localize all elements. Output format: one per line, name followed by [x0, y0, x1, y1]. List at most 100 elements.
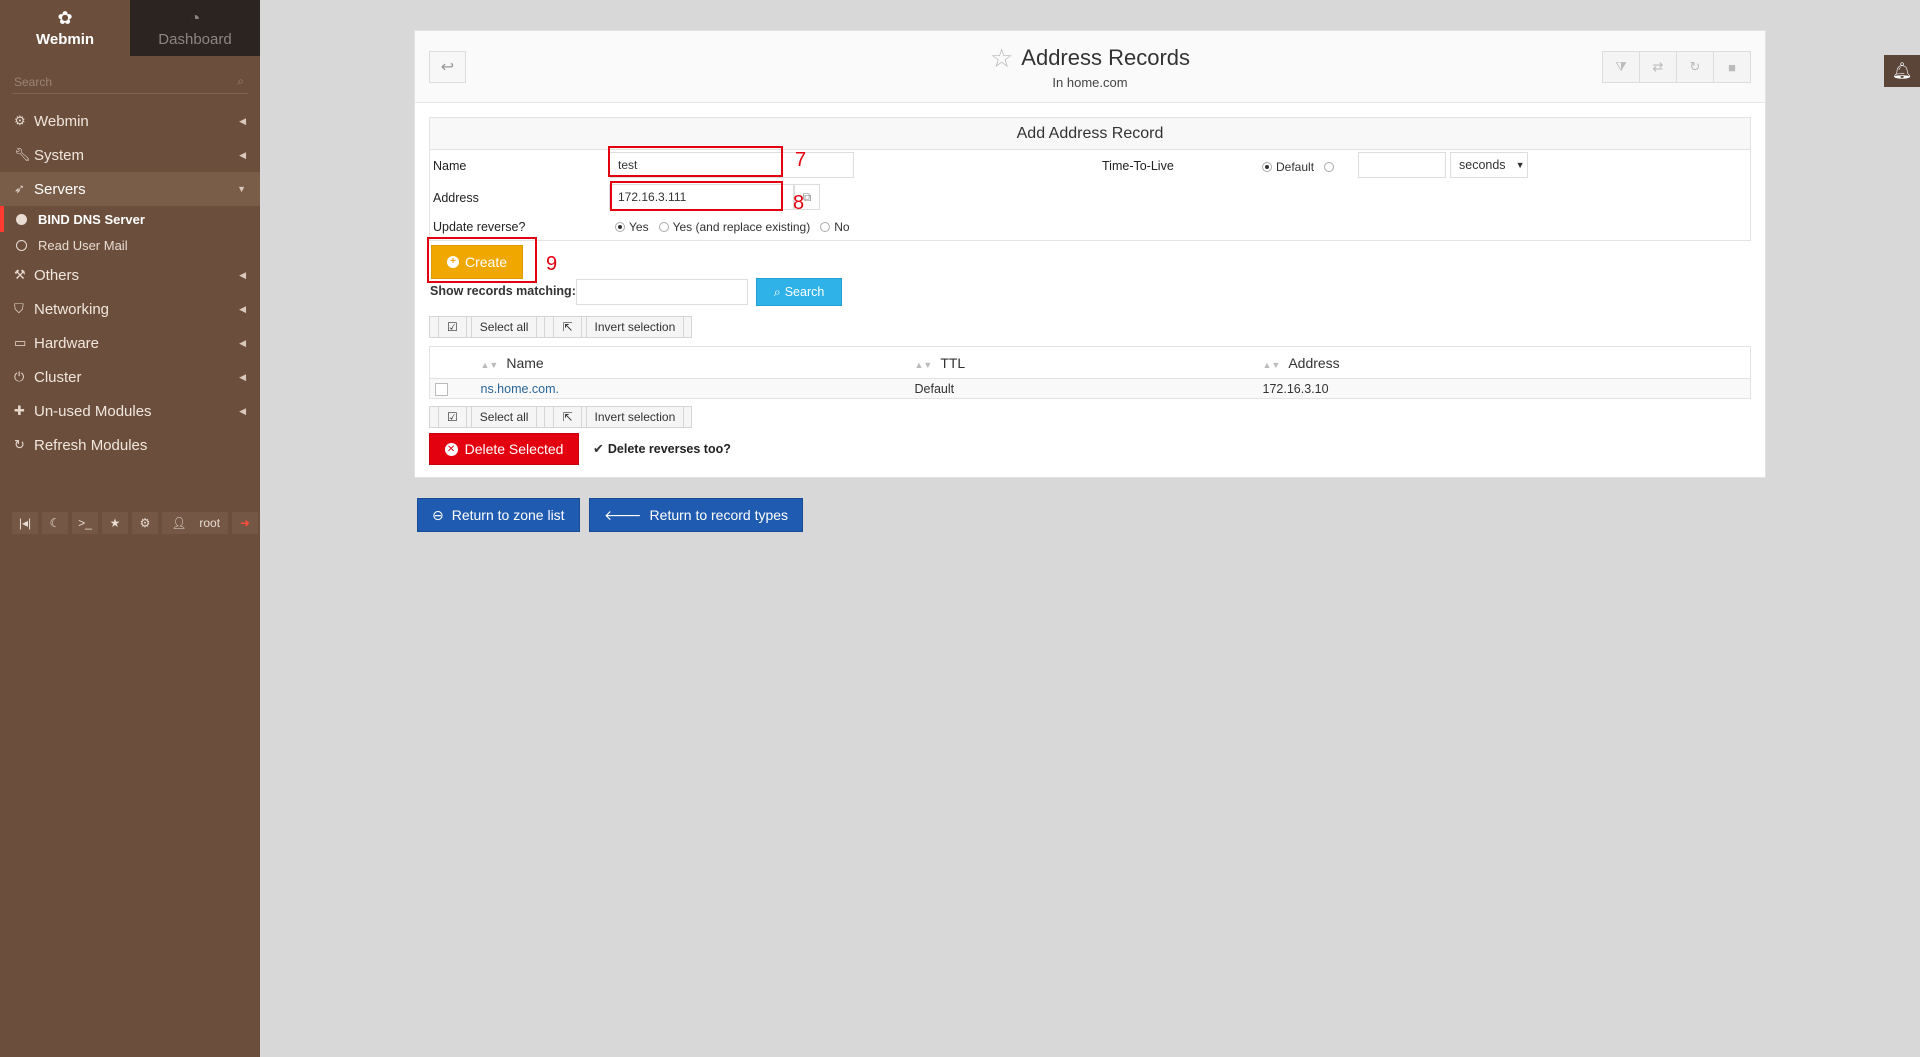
invert-selection-label: Invert selection: [585, 406, 685, 428]
ttl-custom-option[interactable]: [1324, 162, 1338, 172]
sidebar-item-label: Networking: [34, 300, 110, 318]
ttl-value-input[interactable]: [1358, 152, 1446, 178]
sidebar-item-hardware[interactable]: ▭ Hardware ◀: [0, 326, 260, 360]
reload-icon[interactable]: ↻: [1676, 51, 1714, 83]
return-record-types-label: Return to record types: [649, 507, 789, 523]
tab-webmin[interactable]: ✿ Webmin: [0, 0, 130, 56]
sidebar-item-cluster[interactable]: ⏻ Cluster ◀: [0, 360, 260, 394]
notification-bell-icon[interactable]: 🔔︎: [1884, 55, 1920, 87]
update-reverse-label: Update reverse?: [433, 220, 526, 234]
row-checkbox[interactable]: [435, 382, 448, 396]
caret-left-icon: ◀: [239, 371, 246, 382]
table-header-row: ▲▼ Name ▲▼ TTL ▲▼ Address: [429, 346, 1751, 379]
sidebar-item-networking[interactable]: ⛉ Networking ◀: [0, 292, 260, 326]
caret-down-icon: ▼: [237, 184, 246, 194]
title-block: ☆ Address Records In home.com: [415, 45, 1765, 90]
sidebar-item-others[interactable]: ⚒ Others ◀: [0, 258, 260, 292]
column-header-address[interactable]: ▲▼ Address: [1261, 346, 1751, 379]
sidebar-subitem-label: Read User Mail: [38, 237, 128, 253]
wrench-icon: 🔧︎: [14, 147, 31, 162]
record-address: 172.16.3.10: [1261, 378, 1751, 399]
user-name: root: [195, 512, 225, 534]
select-all-button[interactable]: ☑ Select all: [429, 406, 546, 428]
reverse-yes-label: Yes: [629, 220, 649, 234]
record-ttl: Default: [913, 378, 1262, 399]
column-ttl-label: TTL: [940, 354, 966, 371]
sort-icon: ▲▼: [1262, 359, 1281, 370]
record-name-link[interactable]: ns.home.com.: [481, 382, 560, 396]
main-panel: ↩ ☆ Address Records In home.com ⧩ ⇄ ↻ ■ …: [414, 30, 1766, 478]
create-label: Create: [464, 254, 508, 270]
filter-icon[interactable]: ⧩: [1602, 51, 1640, 83]
theme-settings-icon[interactable]: ⚙: [132, 512, 158, 534]
return-to-record-types-button[interactable]: 🡐 Return to record types: [589, 498, 804, 532]
sidebar-search-input[interactable]: [12, 74, 212, 89]
return-to-zone-list-button[interactable]: ⊖ Return to zone list: [417, 498, 580, 532]
invert-selection-button[interactable]: ⇱ Invert selection: [544, 406, 693, 428]
terminal-icon[interactable]: >_: [72, 512, 98, 534]
sidebar-item-system[interactable]: 🔧︎ System ◀: [0, 138, 260, 172]
column-header-ttl[interactable]: ▲▼ TTL: [913, 346, 1262, 379]
reverse-no-option[interactable]: No: [820, 220, 850, 234]
refresh-icon: ↻: [14, 437, 25, 452]
caret-left-icon: ◀: [239, 303, 246, 314]
sort-icon: ▲▼: [914, 359, 933, 370]
reverse-replace-label: Yes (and replace existing): [672, 220, 811, 234]
sidebar-item-refresh-modules[interactable]: ↻ Refresh Modules: [0, 428, 260, 462]
sidebar-item-webmin[interactable]: ⚙ Webmin ◀: [0, 104, 260, 138]
stop-icon[interactable]: ■: [1713, 51, 1751, 83]
ttl-unit-select[interactable]: seconds ▼: [1450, 152, 1528, 178]
search-button-label: Search: [784, 285, 825, 299]
sidebar-subitem-label: BIND DNS Server: [38, 211, 145, 227]
shield-icon: ⛉: [14, 301, 24, 316]
return-zone-list-label: Return to zone list: [451, 507, 565, 523]
delete-selected-button[interactable]: ✕ Delete Selected: [429, 433, 579, 465]
user-icon: 👤︎: [166, 512, 192, 534]
sidebar-item-label: Cluster: [34, 368, 82, 386]
external-link-icon: ⇱: [553, 406, 582, 428]
ttl-label: Time-To-Live: [1102, 159, 1174, 173]
column-header-name[interactable]: ▲▼ Name: [479, 346, 914, 379]
ttl-unit-value: seconds: [1459, 158, 1506, 172]
radio-unchecked-icon: [820, 222, 831, 232]
external-link-icon: ⇱: [553, 316, 582, 338]
sidebar-subitem-bind-dns[interactable]: BIND DNS Server: [0, 206, 260, 232]
search-button[interactable]: ⌕ Search: [756, 278, 842, 306]
invert-selection-button[interactable]: ⇱ Invert selection: [544, 316, 693, 338]
user-root-button[interactable]: 👤︎ root: [162, 512, 229, 534]
radio-checked-icon: [615, 222, 625, 232]
header-tools: ⧩ ⇄ ↻ ■: [1602, 51, 1751, 83]
radio-unchecked-icon: [658, 222, 669, 232]
select-all-button[interactable]: ☑ Select all: [429, 316, 546, 338]
annotation-number-7: 7: [795, 149, 807, 171]
page-title: Address Records: [1021, 45, 1191, 70]
transfer-icon[interactable]: ⇄: [1639, 51, 1677, 83]
hdd-icon: ▭: [14, 335, 27, 350]
collapse-sidebar-icon[interactable]: |◂|: [12, 512, 38, 534]
reverse-replace-option[interactable]: Yes (and replace existing): [658, 220, 811, 234]
records-filter-input[interactable]: [576, 279, 748, 305]
sort-icon: ▲▼: [480, 359, 499, 370]
sidebar-item-label: System: [34, 146, 85, 164]
caret-left-icon: ◀: [239, 149, 246, 160]
page-subtitle: In home.com: [1052, 75, 1128, 90]
sidebar-item-servers[interactable]: ➶ Servers ▼: [0, 172, 260, 206]
create-button[interactable]: + Create: [431, 245, 523, 279]
times-circle-icon: ✕: [444, 442, 458, 456]
ttl-default-option[interactable]: Default: [1262, 160, 1314, 174]
reverse-yes-option[interactable]: Yes: [615, 220, 649, 234]
tab-dashboard[interactable]: ◔ Dashboard: [130, 0, 260, 56]
invert-selection-label: Invert selection: [585, 316, 685, 338]
favorites-star-icon[interactable]: ★: [102, 512, 128, 534]
column-address-label: Address: [1288, 354, 1340, 371]
puzzle-icon: ✚: [14, 403, 25, 418]
favorite-star-icon[interactable]: ☆: [990, 45, 1013, 71]
annotation-number-8: 8: [793, 192, 805, 214]
logout-icon[interactable]: ➜: [232, 512, 259, 534]
sidebar-item-unused-modules[interactable]: ✚ Un-used Modules ◀: [0, 394, 260, 428]
radio-checked-icon: [1262, 162, 1272, 172]
sidebar-subitem-read-mail[interactable]: Read User Mail: [0, 232, 260, 258]
night-mode-icon[interactable]: ☾: [42, 512, 68, 534]
delete-reverses-checkbox[interactable]: ✔ Delete reverses too?: [593, 441, 731, 457]
sidebar-item-label: Un-used Modules: [34, 402, 152, 420]
